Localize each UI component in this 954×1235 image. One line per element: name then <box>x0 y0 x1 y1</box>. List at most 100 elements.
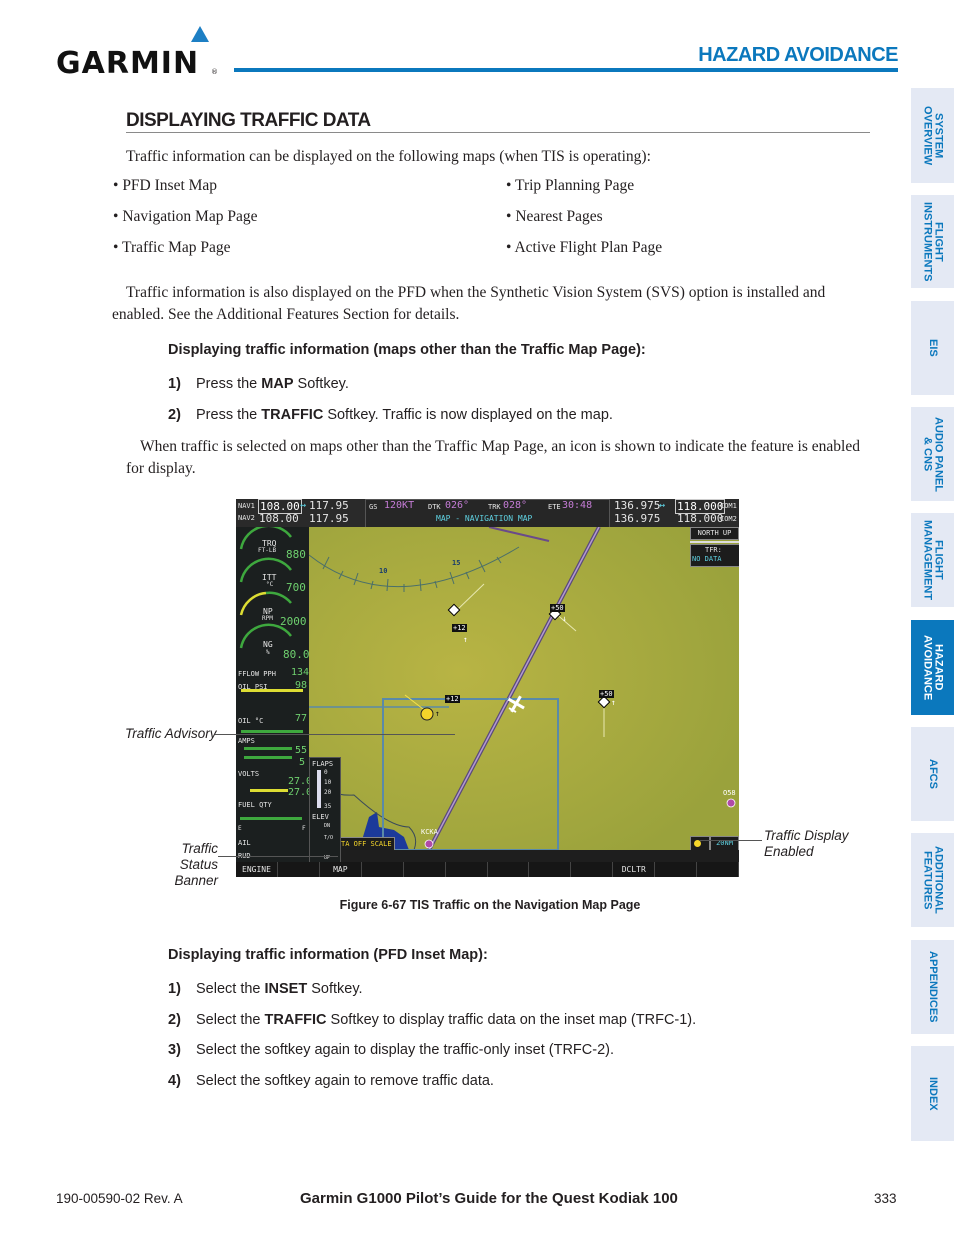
softkey-map[interactable]: MAP <box>320 862 362 877</box>
callout-text: Traffic Display <box>764 828 849 843</box>
map-list-item-text: Navigation Map Page <box>122 208 258 225</box>
traffic-target-altitude: +50 <box>599 690 614 698</box>
callout-leader-line <box>215 734 455 735</box>
airport-kcka-label: KCKA <box>421 828 438 836</box>
softkey-12[interactable] <box>697 862 739 877</box>
softkey-11[interactable] <box>655 862 698 877</box>
figure-caption: Figure 6-67 TIS Traffic on the Navigatio… <box>339 898 641 912</box>
side-tab-system-overview[interactable]: SYSTEM OVERVIEW <box>911 88 954 183</box>
flaps-35: 35 <box>324 803 332 810</box>
softkey-name: INSET <box>264 981 308 997</box>
terrain-background <box>309 527 739 850</box>
softkey-2[interactable] <box>278 862 320 877</box>
fuel-qty-label: FUEL QTY <box>238 801 272 809</box>
nav-swap-icon: ↔ <box>300 500 307 511</box>
side-tab-label: INDEX <box>927 1076 939 1111</box>
oil-psi-value: 98 <box>295 680 308 691</box>
side-tab-flight-instruments[interactable]: FLIGHT INSTRUMENTS <box>911 195 954 288</box>
com1-label: COM1 <box>720 502 737 510</box>
side-tab-eis[interactable]: EIS <box>911 301 954 395</box>
softkey-5[interactable] <box>404 862 446 877</box>
procedure-2-title: Displaying traffic information (PFD Inse… <box>168 947 488 963</box>
map-list-item-text: Traffic Map Page <box>122 239 231 256</box>
traffic-enabled-icon <box>694 840 701 847</box>
intro-paragraph: Traffic information can be displayed on … <box>126 148 651 165</box>
itt-value: 700 <box>286 581 306 594</box>
softkey-engine[interactable]: ENGINE <box>236 862 278 877</box>
amps-label: AMPS <box>238 737 255 745</box>
itt-unit: °C <box>266 581 274 588</box>
softkey-9[interactable] <box>571 862 614 877</box>
callout-traffic-status-banner: Traffic Status Banner <box>141 841 218 889</box>
flaps-0: 0 <box>324 769 328 776</box>
softkey-6[interactable] <box>446 862 488 877</box>
com1-standby-freq: 136.975 <box>614 499 661 512</box>
softkey-8[interactable] <box>529 862 572 877</box>
side-tab-additional-features[interactable]: ADDITIONAL FEATURES <box>911 833 954 927</box>
mfd-top-bar: NAV1 108.00 ↔ 117.95 NAV2 108.00 117.95 … <box>236 499 739 528</box>
dtk-label: DTK <box>428 503 441 511</box>
procedure-2-step: 1) Select the INSET Softkey. <box>168 981 363 997</box>
header-rule <box>234 68 898 72</box>
side-tab-label: SYSTEM OVERVIEW <box>921 105 945 166</box>
fuel-qty-bar <box>240 817 302 820</box>
side-tab-index[interactable]: INDEX <box>911 1046 954 1141</box>
step-text: Softkey. <box>293 376 349 392</box>
traffic-advisory-target <box>420 707 434 721</box>
garmin-wordmark: GARMIN <box>56 46 200 81</box>
softkey-name: TRAFFIC <box>261 407 324 423</box>
tfr-label: TFR: <box>705 546 722 554</box>
procedure-1-step: 2) Press the TRAFFIC Softkey. Traffic is … <box>168 407 613 423</box>
side-tab-label: FLIGHT MANAGEMENT <box>921 519 945 601</box>
side-tab-appendices[interactable]: APPENDICES <box>911 940 954 1034</box>
oil-psi-label: OIL PSI <box>238 683 268 691</box>
com2-active-freq: 118.000 <box>677 512 724 525</box>
garmin-delta-icon <box>191 26 209 42</box>
traffic-target-altitude: +50 <box>550 604 565 612</box>
volts-bar <box>250 789 288 792</box>
icon-note-paragraph: When traffic is selected on maps other t… <box>126 438 860 477</box>
navigation-map[interactable]: 10 15 +12 ↑ +50 ↓ +50 ↑ +12 ↑ KCKA O58 N… <box>309 527 739 850</box>
side-tab-flight-management[interactable]: FLIGHT MANAGEMENT <box>911 513 954 607</box>
gs-value: 120KT <box>384 500 415 511</box>
amps-value-1: 55 <box>295 745 308 756</box>
side-tab-audio-panel-cns[interactable]: AUDIO PANEL & CNS <box>911 407 954 501</box>
step-text: Select the softkey again to remove traff… <box>196 1073 494 1089</box>
map-range: 20NM <box>710 836 739 850</box>
ete-label: ETE <box>548 503 561 511</box>
step-number: 3) <box>168 1042 181 1058</box>
heading-rule <box>126 132 870 133</box>
dtk-value: 026° <box>445 500 470 511</box>
step-text: Softkey to display traffic data on the i… <box>326 1012 697 1028</box>
softkey-4[interactable] <box>362 862 404 877</box>
callout-text: Banner <box>174 873 218 888</box>
trk-label: TRK <box>488 503 501 511</box>
step-text: Softkey. <box>307 981 363 997</box>
gs-label: GS <box>369 503 378 511</box>
step-text: Press the <box>196 407 262 423</box>
side-tab-hazard-avoidance[interactable]: HAZARD AVOIDANCE <box>911 620 954 715</box>
map-list-item: • Active Flight Plan Page <box>506 239 663 256</box>
map-list-item-text: Trip Planning Page <box>515 177 635 194</box>
airport-kcka-icon <box>424 839 434 849</box>
side-tab-afcs[interactable]: AFCS <box>911 727 954 821</box>
map-list-item-text: Nearest Pages <box>515 208 603 225</box>
oil-temp-label: OIL °C <box>238 717 264 725</box>
procedure-2-step: 4) Select the softkey again to remove tra… <box>168 1073 494 1089</box>
fuel-empty-label: E <box>238 825 242 832</box>
garmin-logo: GARMIN ® <box>56 26 218 81</box>
flaps-scale <box>317 770 321 808</box>
step-text: Select the <box>196 1012 265 1028</box>
nav2-active-freq: 108.00 <box>259 512 299 525</box>
nav1-label: NAV1 <box>238 502 255 510</box>
softkey-name: TRAFFIC <box>264 1012 327 1028</box>
softkey-7[interactable] <box>488 862 530 877</box>
elev-to: T/O <box>324 835 334 841</box>
side-tab-label: AUDIO PANEL & CNS <box>921 416 945 492</box>
softkey-dcltr[interactable]: DCLTR <box>613 862 656 877</box>
step-number: 1) <box>168 981 181 997</box>
traffic-advisory-altitude: +12 <box>445 695 460 703</box>
svs-note-paragraph: Traffic information is also displayed on… <box>112 284 826 323</box>
traffic-status-banner: TA OFF SCALE <box>338 837 395 850</box>
trq-value: 880 <box>286 548 306 561</box>
